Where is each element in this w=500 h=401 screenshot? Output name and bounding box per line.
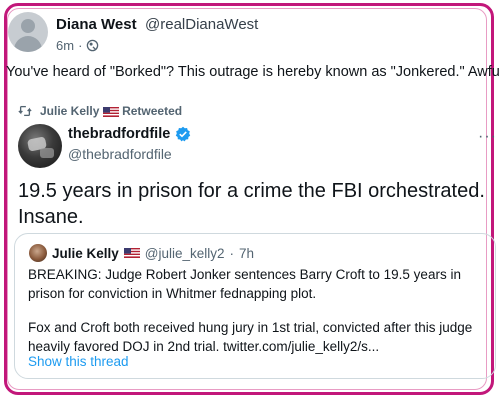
retweet-author-name-row[interactable]: thebradfordfile [68, 126, 191, 142]
globe-icon [87, 39, 99, 52]
us-flag-icon [123, 248, 140, 258]
post-meta: 6m · [56, 38, 99, 53]
retweet-text: 19.5 years in prison for a crime the FBI… [18, 180, 485, 228]
retweet-author-name[interactable]: thebradfordfile [68, 126, 170, 142]
quoted-author-avatar [29, 244, 47, 262]
us-flag-icon [102, 106, 119, 117]
retweeted-label: Retweeted [122, 104, 183, 118]
default-avatar-icon[interactable] [8, 12, 48, 52]
more-options-icon[interactable]: ··· [478, 128, 497, 146]
quoted-tweet-header: Julie Kelly @julie_kelly2 · 7h [29, 244, 254, 262]
meta-separator: · [78, 38, 83, 53]
quoted-author-name: Julie Kelly [52, 245, 119, 261]
quoted-text-paragraph-1: BREAKING: Judge Robert Jonker sentences … [28, 267, 461, 301]
author-handle[interactable]: @realDianaWest [145, 16, 258, 33]
show-thread-link[interactable]: Show this thread [28, 354, 129, 369]
retweet-author-avatar[interactable] [18, 124, 62, 168]
verified-badge-icon [176, 126, 191, 142]
retweeted-by-name: Julie Kelly [40, 104, 100, 118]
post-text: You've heard of "Borked"? This outrage i… [6, 64, 500, 80]
quoted-text-paragraph-2: Fox and Croft both received hung jury in… [28, 320, 473, 354]
post-timestamp[interactable]: 6m [56, 38, 74, 53]
retweet-icon [18, 105, 32, 117]
author-name[interactable]: Diana West [56, 16, 137, 33]
retweet-author-handle[interactable]: @thebradfordfile [68, 146, 172, 162]
quoted-timestamp: 7h [239, 245, 255, 261]
quoted-tweet-card[interactable]: Julie Kelly @julie_kelly2 · 7h BREAKING:… [14, 233, 496, 379]
quoted-meta-separator: · [229, 245, 235, 261]
retweet-context[interactable]: Julie Kelly Retweeted [18, 104, 182, 118]
quoted-author-handle: @julie_kelly2 [144, 245, 225, 261]
